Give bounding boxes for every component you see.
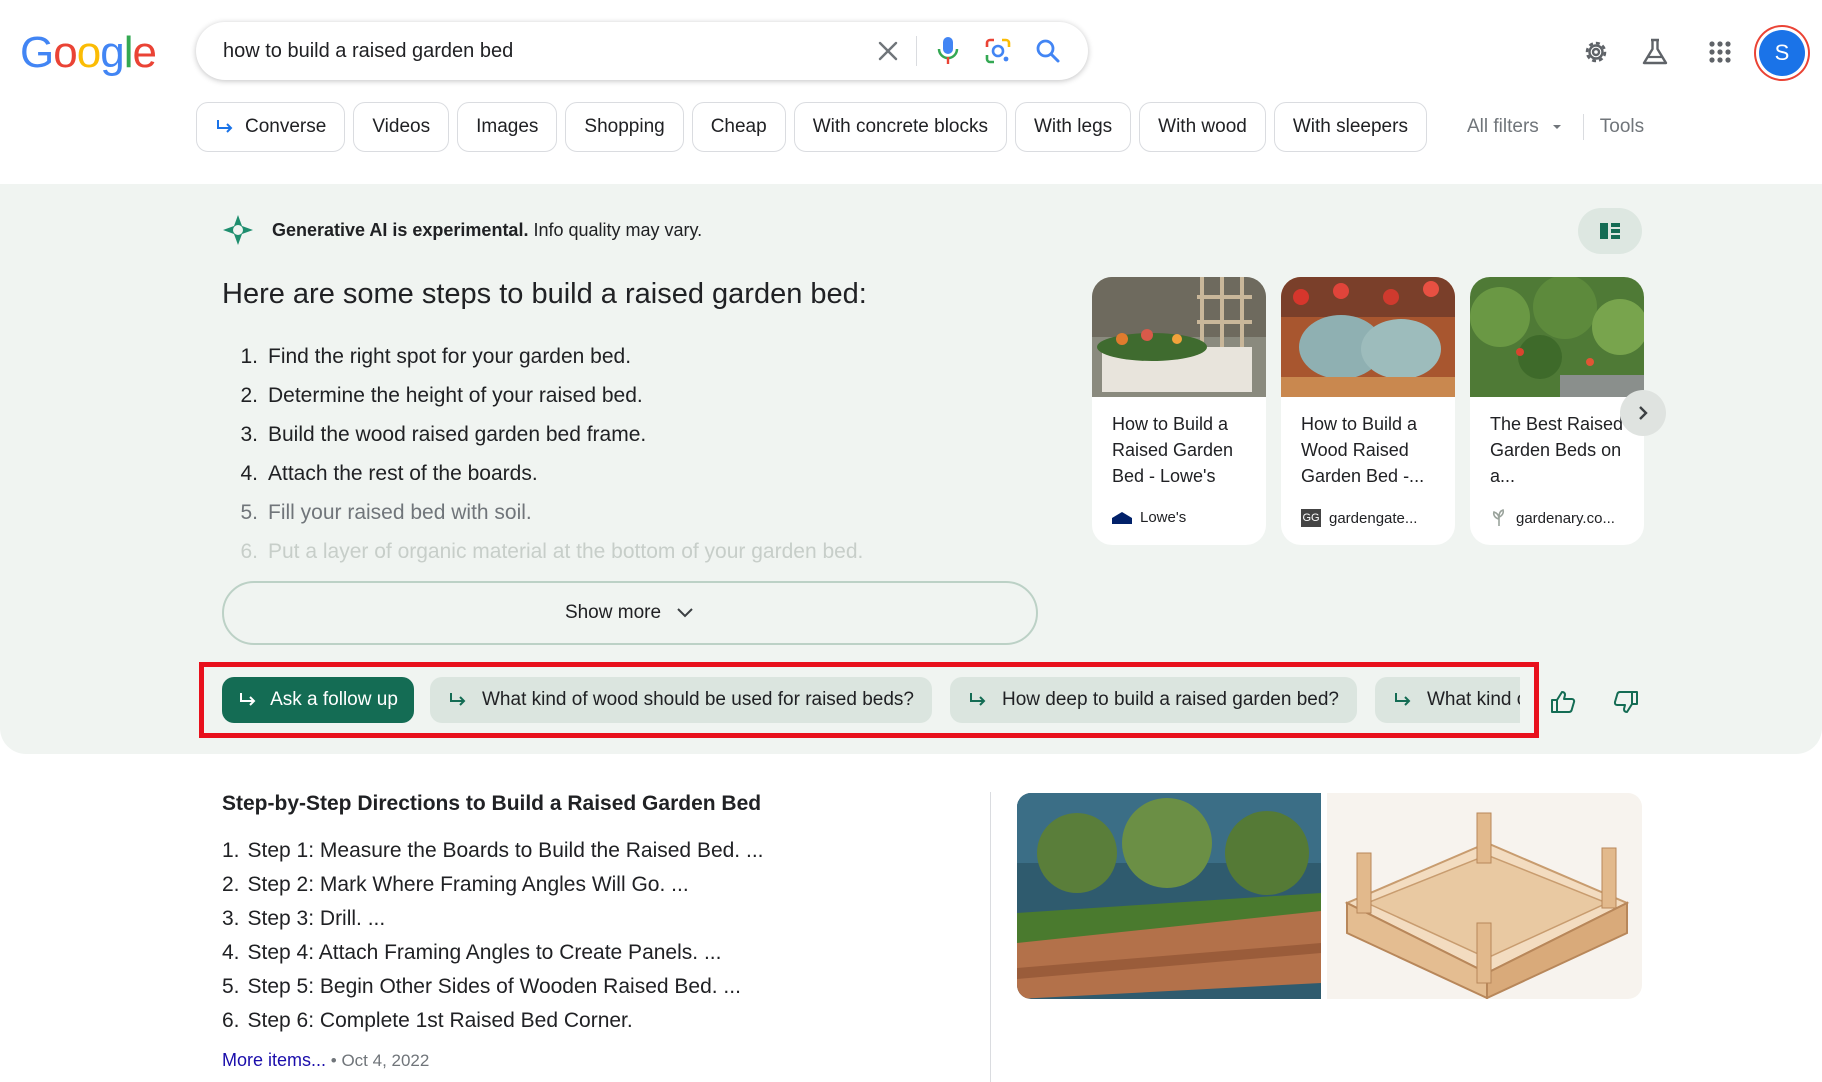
filter-tools: All filters Tools xyxy=(1467,102,1644,152)
chip-label: Shopping xyxy=(584,116,665,137)
logo-letter: o xyxy=(53,28,78,77)
chip-shopping[interactable]: Shopping xyxy=(565,102,684,152)
chip-converse[interactable]: Converse xyxy=(196,102,346,152)
chip-label: With sleepers xyxy=(1292,116,1408,137)
logo-letter: o xyxy=(76,28,102,77)
search-box[interactable]: how to build a raised garden bed xyxy=(196,22,1088,80)
chip-with-wood[interactable]: With wood xyxy=(1139,102,1266,152)
clear-icon[interactable] xyxy=(870,33,906,69)
avatar[interactable]: S xyxy=(1759,30,1805,76)
result-meta: More items... • Oct 4, 2022 xyxy=(222,1050,429,1071)
logo-letter: g xyxy=(100,28,125,77)
logo-letter: e xyxy=(132,28,157,77)
list-item: 6. Put a layer of organic material at the… xyxy=(240,540,864,563)
card-title: How to Build a Raised Garden Bed - Lowe'… xyxy=(1112,414,1234,486)
google-logo[interactable]: Google xyxy=(20,26,157,80)
card-source: gardenary.co... xyxy=(1490,509,1615,527)
list-item: 3. Step 3: Drill. ... xyxy=(222,907,386,930)
ai-notice: Generative AI is experimental. Info qual… xyxy=(222,214,702,246)
chip-label: With concrete blocks xyxy=(812,116,988,137)
chip-with-concrete-blocks[interactable]: With concrete blocks xyxy=(793,102,1007,152)
list-item: 3. Build the wood raised garden bed frame… xyxy=(240,423,647,446)
search-chips: Converse Videos Images Shopping Cheap Wi… xyxy=(196,102,1427,152)
list-item: 1. Find the right spot for your garden be… xyxy=(240,345,632,368)
meta-separator: • xyxy=(330,1051,342,1070)
chip-label: With legs xyxy=(1034,116,1113,137)
ai-sparkle-icon xyxy=(223,215,253,245)
lowes-favicon xyxy=(1112,511,1132,524)
settings-icon[interactable] xyxy=(1574,30,1618,74)
all-filters-button[interactable]: All filters xyxy=(1467,116,1539,138)
ai-steps-list: 1. Find the right spot for your garden be… xyxy=(222,340,863,574)
layout-icon xyxy=(1600,223,1620,239)
more-items-link[interactable]: More items... xyxy=(222,1050,326,1070)
list-item: 2. Step 2: Mark Where Framing Angles Will… xyxy=(222,873,689,896)
card-title: How to Build a Wood Raised Garden Bed -.… xyxy=(1301,414,1425,486)
ai-notice-bold: Generative AI is experimental. xyxy=(272,219,529,240)
result-image-planted-bed[interactable] xyxy=(1017,793,1321,999)
ai-overview-title: Here are some steps to build a raised ga… xyxy=(222,278,867,310)
list-item: 2. Determine the height of your raised be… xyxy=(240,384,643,407)
card-image-cabbage-bed xyxy=(1281,277,1455,397)
chip-with-legs[interactable]: With legs xyxy=(1015,102,1132,152)
ai-notice-text: Info quality may vary. xyxy=(528,219,703,240)
tools-button[interactable]: Tools xyxy=(1600,116,1644,138)
result-title[interactable]: Step-by-Step Directions to Build a Raise… xyxy=(222,792,761,816)
result-steps-list: 1. Step 1: Measure the Boards to Build th… xyxy=(222,834,763,1038)
gardengate-favicon: GG xyxy=(1301,509,1321,527)
labs-flask-icon[interactable] xyxy=(1633,30,1677,74)
chip-with-sleepers[interactable]: With sleepers xyxy=(1273,102,1427,152)
chip-label: With wood xyxy=(1158,116,1247,137)
list-item: 4. Step 4: Attach Framing Angles to Creat… xyxy=(222,941,722,964)
chip-label: Converse xyxy=(245,116,327,137)
filters-divider xyxy=(1582,114,1584,140)
chip-videos[interactable]: Videos xyxy=(353,102,450,152)
card-source: Lowe's xyxy=(1112,509,1186,526)
list-item: 5. Fill your raised bed with soil. xyxy=(240,501,532,524)
chip-label: Images xyxy=(476,116,539,137)
result-date: Oct 4, 2022 xyxy=(341,1051,430,1070)
gardenary-favicon xyxy=(1492,509,1505,526)
list-item: 5. Step 5: Begin Other Sides of Wooden Ra… xyxy=(222,975,741,998)
chevron-right-icon xyxy=(1639,406,1648,420)
result-divider xyxy=(990,792,991,1082)
show-more-label: Show more xyxy=(564,602,662,623)
list-item: 1. Step 1: Measure the Boards to Build th… xyxy=(222,839,764,862)
card-title: The Best Raised Garden Beds on a... xyxy=(1490,414,1624,486)
thumbs-up-icon[interactable] xyxy=(1543,684,1583,720)
source-card-gardengate[interactable]: How to Build a Wood Raised Garden Bed -.… xyxy=(1281,277,1455,545)
search-box-divider xyxy=(916,36,917,66)
list-item: 4. Attach the rest of the boards. xyxy=(240,462,538,485)
chip-label: Cheap xyxy=(710,116,767,137)
source-card-lowes[interactable]: How to Build a Raised Garden Bed - Lowe'… xyxy=(1092,277,1266,545)
follow-up-arrow-icon xyxy=(217,120,233,133)
result-image-bed-diagram[interactable] xyxy=(1327,793,1642,999)
logo-letter: G xyxy=(20,28,54,77)
source-card-gardenary[interactable]: The Best Raised Garden Beds on a... gard… xyxy=(1470,277,1644,545)
chevron-down-icon xyxy=(677,608,693,618)
chip-images[interactable]: Images xyxy=(457,102,558,152)
show-more-button[interactable]: Show more xyxy=(222,581,1038,645)
card-image-garden-bed xyxy=(1092,277,1266,397)
list-item: 6. Step 6: Complete 1st Raised Bed Corner… xyxy=(222,1009,633,1032)
chip-cheap[interactable]: Cheap xyxy=(691,102,786,152)
card-image-garden-plants xyxy=(1470,277,1644,397)
search-icon[interactable] xyxy=(1030,33,1066,69)
follow-up-highlight-box xyxy=(199,662,1539,738)
search-input[interactable]: how to build a raised garden bed xyxy=(223,22,513,80)
cards-next-button[interactable] xyxy=(1620,390,1666,436)
lens-icon[interactable] xyxy=(980,33,1016,69)
apps-grid-icon[interactable] xyxy=(1698,30,1742,74)
thumbs-down-icon[interactable] xyxy=(1606,684,1646,720)
chip-label: Videos xyxy=(372,116,431,137)
microphone-icon[interactable] xyxy=(930,33,966,69)
dropdown-arrow-icon[interactable] xyxy=(1547,117,1567,137)
layout-toggle-button[interactable] xyxy=(1578,208,1642,254)
card-source: GG gardengate... xyxy=(1301,509,1418,527)
